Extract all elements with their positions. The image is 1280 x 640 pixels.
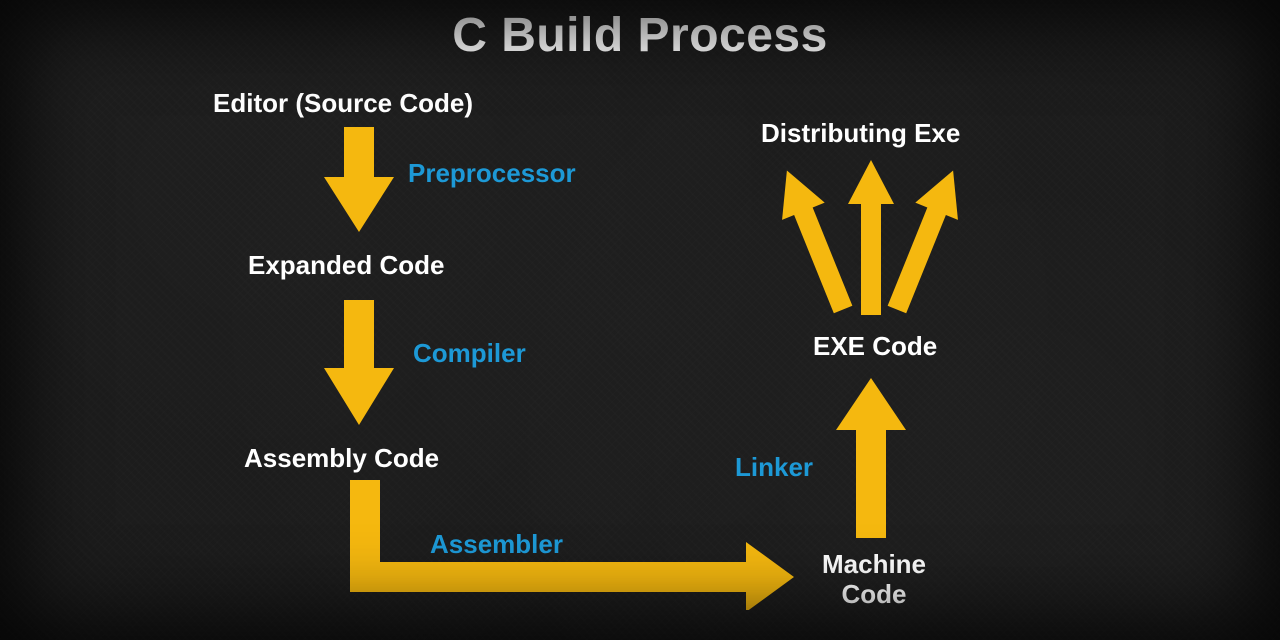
arrow-down-icon bbox=[324, 127, 394, 237]
diagram-title: C Build Process bbox=[0, 8, 1280, 63]
node-distributing: Distributing Exe bbox=[761, 118, 960, 149]
node-machine: Machine Code bbox=[804, 550, 944, 610]
node-expanded: Expanded Code bbox=[248, 250, 444, 281]
node-editor: Editor (Source Code) bbox=[213, 88, 473, 119]
label-preprocessor: Preprocessor bbox=[408, 158, 576, 189]
label-compiler: Compiler bbox=[413, 338, 526, 369]
arrow-up-icon bbox=[836, 378, 906, 538]
node-exe: EXE Code bbox=[813, 331, 937, 362]
arrow-down-icon bbox=[324, 300, 394, 430]
node-assembly: Assembly Code bbox=[244, 443, 439, 474]
label-linker: Linker bbox=[735, 452, 813, 483]
arrow-bent-right-icon bbox=[336, 480, 796, 610]
arrow-up-right-icon bbox=[880, 165, 970, 315]
